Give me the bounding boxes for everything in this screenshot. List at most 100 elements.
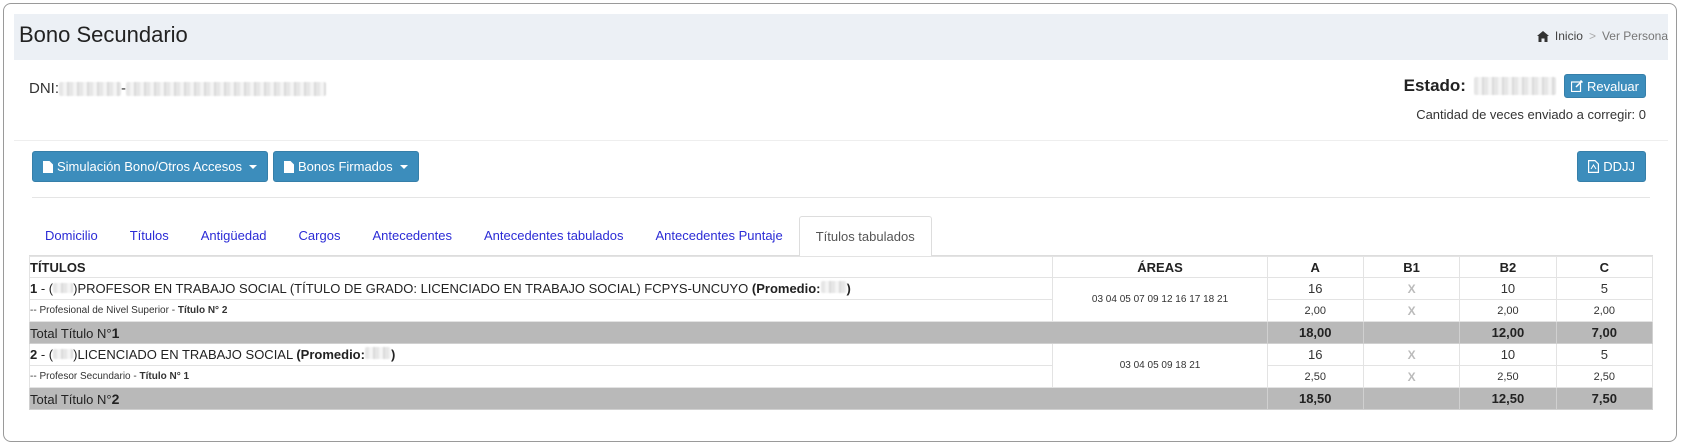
subtitle-bold: Título N° 2 bbox=[177, 305, 228, 316]
file-pdf-icon bbox=[1588, 160, 1600, 173]
total-b2: 12,00 bbox=[1459, 321, 1557, 344]
titulo-cell: 1 - ()PROFESOR EN TRABAJO SOCIAL (TÍTULO… bbox=[28, 277, 1054, 300]
value-b1: X bbox=[1362, 277, 1461, 300]
revaluar-label: Revaluar bbox=[1586, 78, 1639, 94]
tab-domicilio[interactable]: Domicilio bbox=[29, 216, 114, 256]
total-c: 7,00 bbox=[1555, 321, 1654, 344]
value-b1: X bbox=[1362, 365, 1461, 388]
titulo-dash: - ( bbox=[37, 347, 54, 362]
value-b2: 2,50 bbox=[1459, 365, 1557, 388]
value-b1: X bbox=[1362, 299, 1461, 322]
redacted-name bbox=[126, 81, 326, 96]
table-row: -- Profesor Secundario - Título N° 1 2,5… bbox=[28, 365, 1654, 388]
redacted-promedio bbox=[364, 347, 391, 359]
header-a: A bbox=[1266, 256, 1364, 278]
redacted-code bbox=[53, 349, 74, 359]
dni-label: DNI: bbox=[29, 80, 59, 97]
titulo-name: )PROFESOR EN TRABAJO SOCIAL (TÍTULO DE G… bbox=[73, 281, 752, 296]
app-frame: Bono Secundario Inicio > Ver Persona DNI… bbox=[3, 3, 1677, 442]
total-number: 1 bbox=[111, 324, 120, 341]
total-row: Total Título N°2 18,50 12,50 7,50 bbox=[29, 387, 1654, 410]
dni-row: DNI: - bbox=[29, 80, 326, 97]
file-icon bbox=[43, 160, 53, 173]
total-a: 18,50 bbox=[1266, 387, 1364, 410]
table-row: 1 - ()PROFESOR EN TRABAJO SOCIAL (TÍTULO… bbox=[28, 277, 1654, 322]
divider bbox=[32, 197, 1650, 198]
tab-antecedentes[interactable]: Antecedentes bbox=[356, 216, 468, 256]
total-row: Total Título N°1 18,00 12,00 7,00 bbox=[29, 321, 1654, 344]
breadcrumb-current: Ver Persona bbox=[1601, 29, 1668, 43]
promedio-label: (Promedio: bbox=[751, 281, 821, 296]
subtitle-prefix: -- Profesor Secundario - bbox=[30, 371, 140, 382]
caret-down-icon bbox=[248, 164, 257, 169]
table-row: -- Profesional de Nivel Superior - Títul… bbox=[28, 299, 1654, 322]
tab-titulos-tabulados[interactable]: Títulos tabulados bbox=[798, 216, 932, 257]
ddjj-button[interactable]: DDJJ bbox=[1577, 151, 1646, 182]
titulo-subtitle: -- Profesional de Nivel Superior - Títul… bbox=[28, 299, 1054, 322]
bonos-firmados-dropdown[interactable]: Bonos Firmados bbox=[272, 151, 419, 182]
value-b2: 10 bbox=[1459, 277, 1557, 300]
total-a: 18,00 bbox=[1266, 321, 1364, 344]
total-b1 bbox=[1362, 321, 1461, 344]
redacted-estado bbox=[1473, 77, 1556, 95]
tab-antecedentes-tabulados[interactable]: Antecedentes tabulados bbox=[468, 216, 640, 256]
total-label-cell: Total Título N°1 bbox=[29, 321, 1268, 344]
value-b2: 2,00 bbox=[1459, 299, 1557, 322]
value-a: 16 bbox=[1266, 277, 1364, 300]
file-icon bbox=[283, 160, 294, 173]
tab-antiguedad[interactable]: Antigüedad bbox=[185, 216, 283, 256]
content-header: Bono Secundario Inicio > Ver Persona bbox=[14, 14, 1668, 60]
total-label-cell: Total Título N°2 bbox=[29, 387, 1268, 410]
total-label: Total Título N° bbox=[30, 325, 112, 341]
value-c: 2,50 bbox=[1555, 365, 1654, 388]
value-c: 2,00 bbox=[1555, 299, 1654, 322]
tab-antecedentes-puntaje[interactable]: Antecedentes Puntaje bbox=[639, 216, 798, 256]
table-header-row: TÍTULOS ÁREAS A B1 B2 C bbox=[28, 256, 1654, 278]
divider bbox=[14, 140, 1668, 141]
estado-label: Estado: bbox=[1403, 76, 1466, 95]
subtitle-bold: Título N° 1 bbox=[139, 371, 190, 382]
edit-icon bbox=[1570, 80, 1583, 92]
breadcrumb-home-link[interactable]: Inicio bbox=[1555, 29, 1583, 43]
value-b1: X bbox=[1362, 343, 1461, 366]
header-b2: B2 bbox=[1459, 256, 1557, 278]
value-c: 5 bbox=[1555, 277, 1654, 300]
caret-down-icon bbox=[399, 164, 408, 169]
revaluar-button[interactable]: Revaluar bbox=[1563, 74, 1646, 98]
total-b2: 12,50 bbox=[1459, 387, 1557, 410]
breadcrumb-separator: > bbox=[1588, 29, 1596, 43]
total-label: Total Título N° bbox=[30, 391, 112, 407]
areas-cell: 03 04 05 07 09 12 16 17 18 21 bbox=[1052, 277, 1268, 322]
redacted-code bbox=[53, 283, 74, 293]
ddjj-label: DDJJ bbox=[1603, 159, 1635, 174]
value-a: 16 bbox=[1266, 343, 1364, 366]
total-b1 bbox=[1362, 387, 1461, 410]
header-b1: B1 bbox=[1362, 256, 1461, 278]
simulacion-bono-dropdown[interactable]: Simulación Bono/Otros Accesos bbox=[32, 151, 268, 182]
redacted-dni-part bbox=[59, 81, 121, 96]
header-titulos: TÍTULOS bbox=[28, 256, 1054, 278]
value-a: 2,50 bbox=[1266, 365, 1364, 388]
tab-titulos[interactable]: Títulos bbox=[114, 216, 185, 256]
titulo-close: ) bbox=[846, 281, 851, 296]
redacted-promedio bbox=[820, 281, 847, 293]
areas-cell: 03 04 05 09 18 21 bbox=[1052, 343, 1268, 388]
simulacion-bono-label: Simulación Bono/Otros Accesos bbox=[57, 159, 242, 174]
total-number: 2 bbox=[111, 390, 120, 407]
home-icon bbox=[1536, 30, 1549, 42]
value-a: 2,00 bbox=[1266, 299, 1364, 322]
breadcrumb: Inicio > Ver Persona bbox=[1536, 29, 1668, 43]
subtitle-prefix: -- Profesional de Nivel Superior - bbox=[30, 305, 178, 316]
titulo-close: ) bbox=[390, 347, 396, 362]
titulo-name: )LICENCIADO EN TRABAJO SOCIAL bbox=[73, 347, 297, 362]
action-row: Simulación Bono/Otros Accesos Bonos Firm… bbox=[32, 151, 419, 182]
total-c: 7,50 bbox=[1555, 387, 1654, 410]
titulo-cell: 2 - ()LICENCIADO EN TRABAJO SOCIAL (Prom… bbox=[28, 343, 1054, 366]
table-row: 2 - ()LICENCIADO EN TRABAJO SOCIAL (Prom… bbox=[28, 343, 1654, 388]
titulo-dash: - ( bbox=[37, 281, 54, 296]
page-title: Bono Secundario bbox=[19, 22, 188, 47]
tab-cargos[interactable]: Cargos bbox=[283, 216, 357, 256]
titulo-subtitle: -- Profesor Secundario - Título N° 1 bbox=[28, 365, 1054, 388]
value-c: 5 bbox=[1555, 343, 1654, 366]
tabs: Domicilio Títulos Antigüedad Cargos Ante… bbox=[29, 216, 1653, 257]
